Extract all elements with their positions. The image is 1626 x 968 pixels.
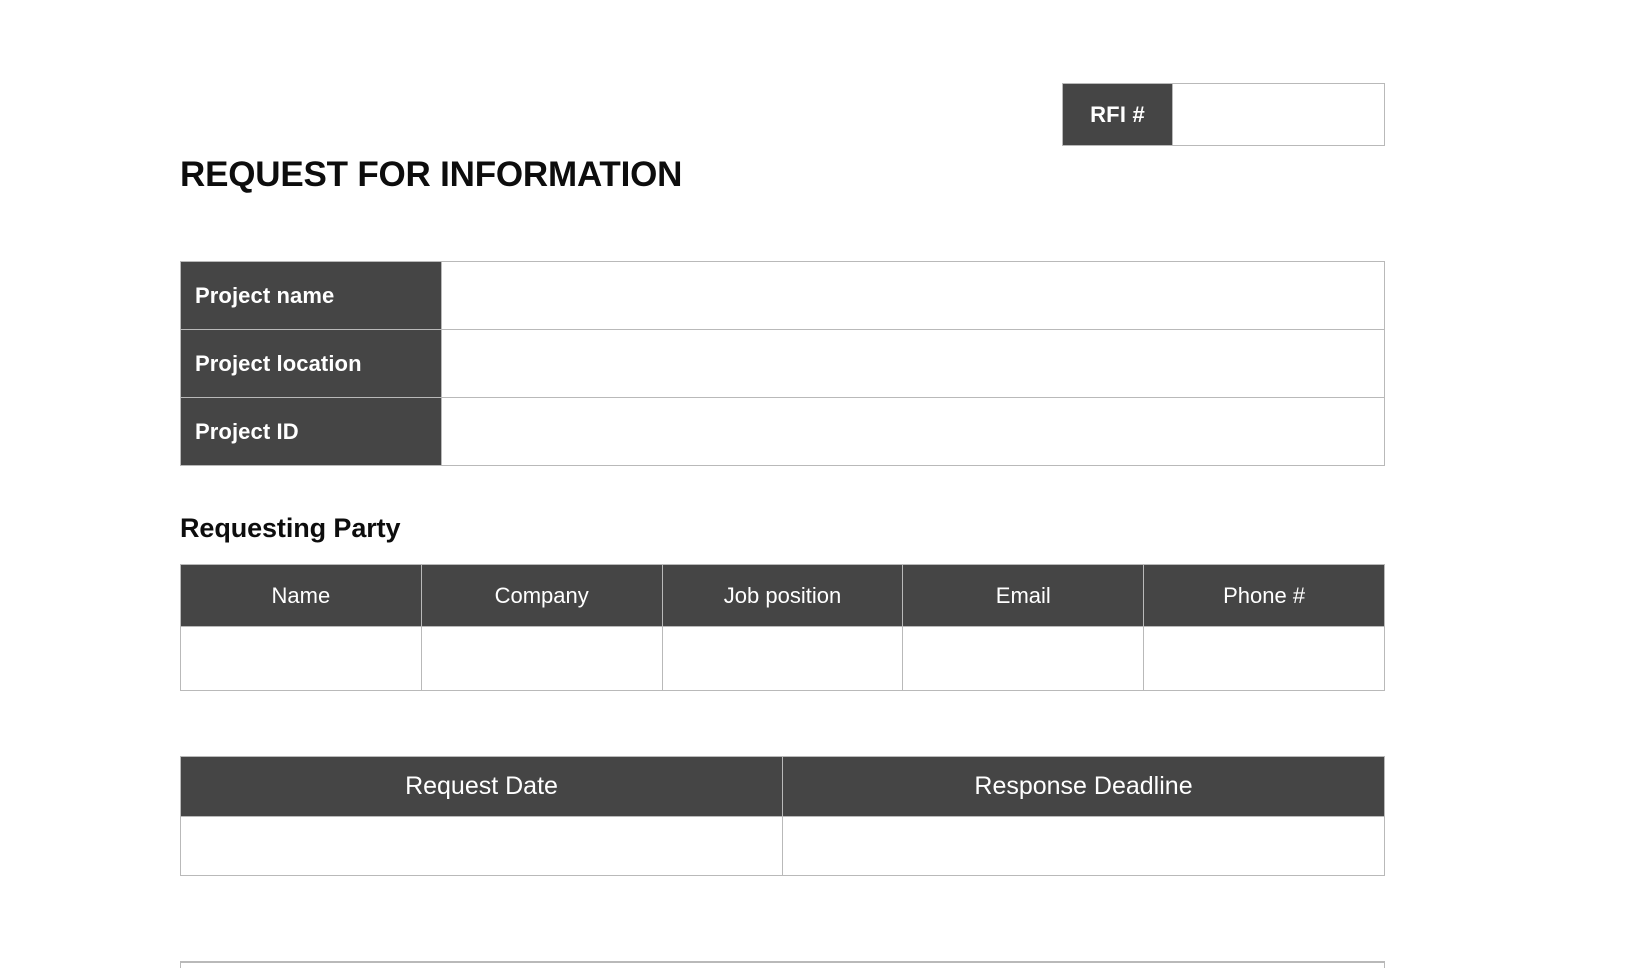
requesting-party-name-input[interactable] <box>180 626 422 691</box>
project-location-label: Project location <box>180 329 442 398</box>
table-row <box>180 816 1385 876</box>
project-info-table: Project name Project location Project ID <box>180 261 1385 466</box>
project-id-label: Project ID <box>180 397 442 466</box>
requesting-party-heading: Requesting Party <box>180 513 401 543</box>
request-date-input[interactable] <box>180 816 783 876</box>
project-id-input[interactable] <box>441 397 1385 466</box>
project-name-input[interactable] <box>441 261 1385 330</box>
requesting-party-phone-input[interactable] <box>1143 626 1385 691</box>
column-header-email: Email <box>902 564 1145 627</box>
table-header-row: Request Date Response Deadline <box>180 756 1385 817</box>
table-header-row: Name Company Job position Email Phone # <box>180 564 1385 627</box>
column-header-company: Company <box>420 564 663 627</box>
column-header-job-position: Job position <box>661 564 904 627</box>
column-header-request-date: Request Date <box>180 756 783 817</box>
column-header-response-deadline: Response Deadline <box>782 756 1385 817</box>
table-row: Project name <box>180 261 1385 330</box>
requesting-party-table: Name Company Job position Email Phone # <box>180 564 1385 691</box>
page-title: REQUEST FOR INFORMATION <box>180 155 683 194</box>
table-row: Project ID <box>180 397 1385 466</box>
project-location-input[interactable] <box>441 329 1385 398</box>
requesting-party-job-position-input[interactable] <box>661 626 904 691</box>
response-deadline-input[interactable] <box>782 816 1385 876</box>
next-section-top-edge <box>180 961 1385 968</box>
requesting-party-email-input[interactable] <box>902 626 1145 691</box>
rfi-number-box: RFI # <box>1062 83 1385 146</box>
dates-table: Request Date Response Deadline <box>180 756 1385 876</box>
table-row <box>180 626 1385 691</box>
project-name-label: Project name <box>180 261 442 330</box>
rfi-number-label: RFI # <box>1063 84 1173 145</box>
requesting-party-company-input[interactable] <box>420 626 663 691</box>
rfi-number-input[interactable] <box>1173 84 1384 145</box>
table-row: Project location <box>180 329 1385 398</box>
rfi-form-page: RFI # REQUEST FOR INFORMATION Project na… <box>0 0 1626 968</box>
column-header-name: Name <box>180 564 422 627</box>
column-header-phone: Phone # <box>1143 564 1385 627</box>
